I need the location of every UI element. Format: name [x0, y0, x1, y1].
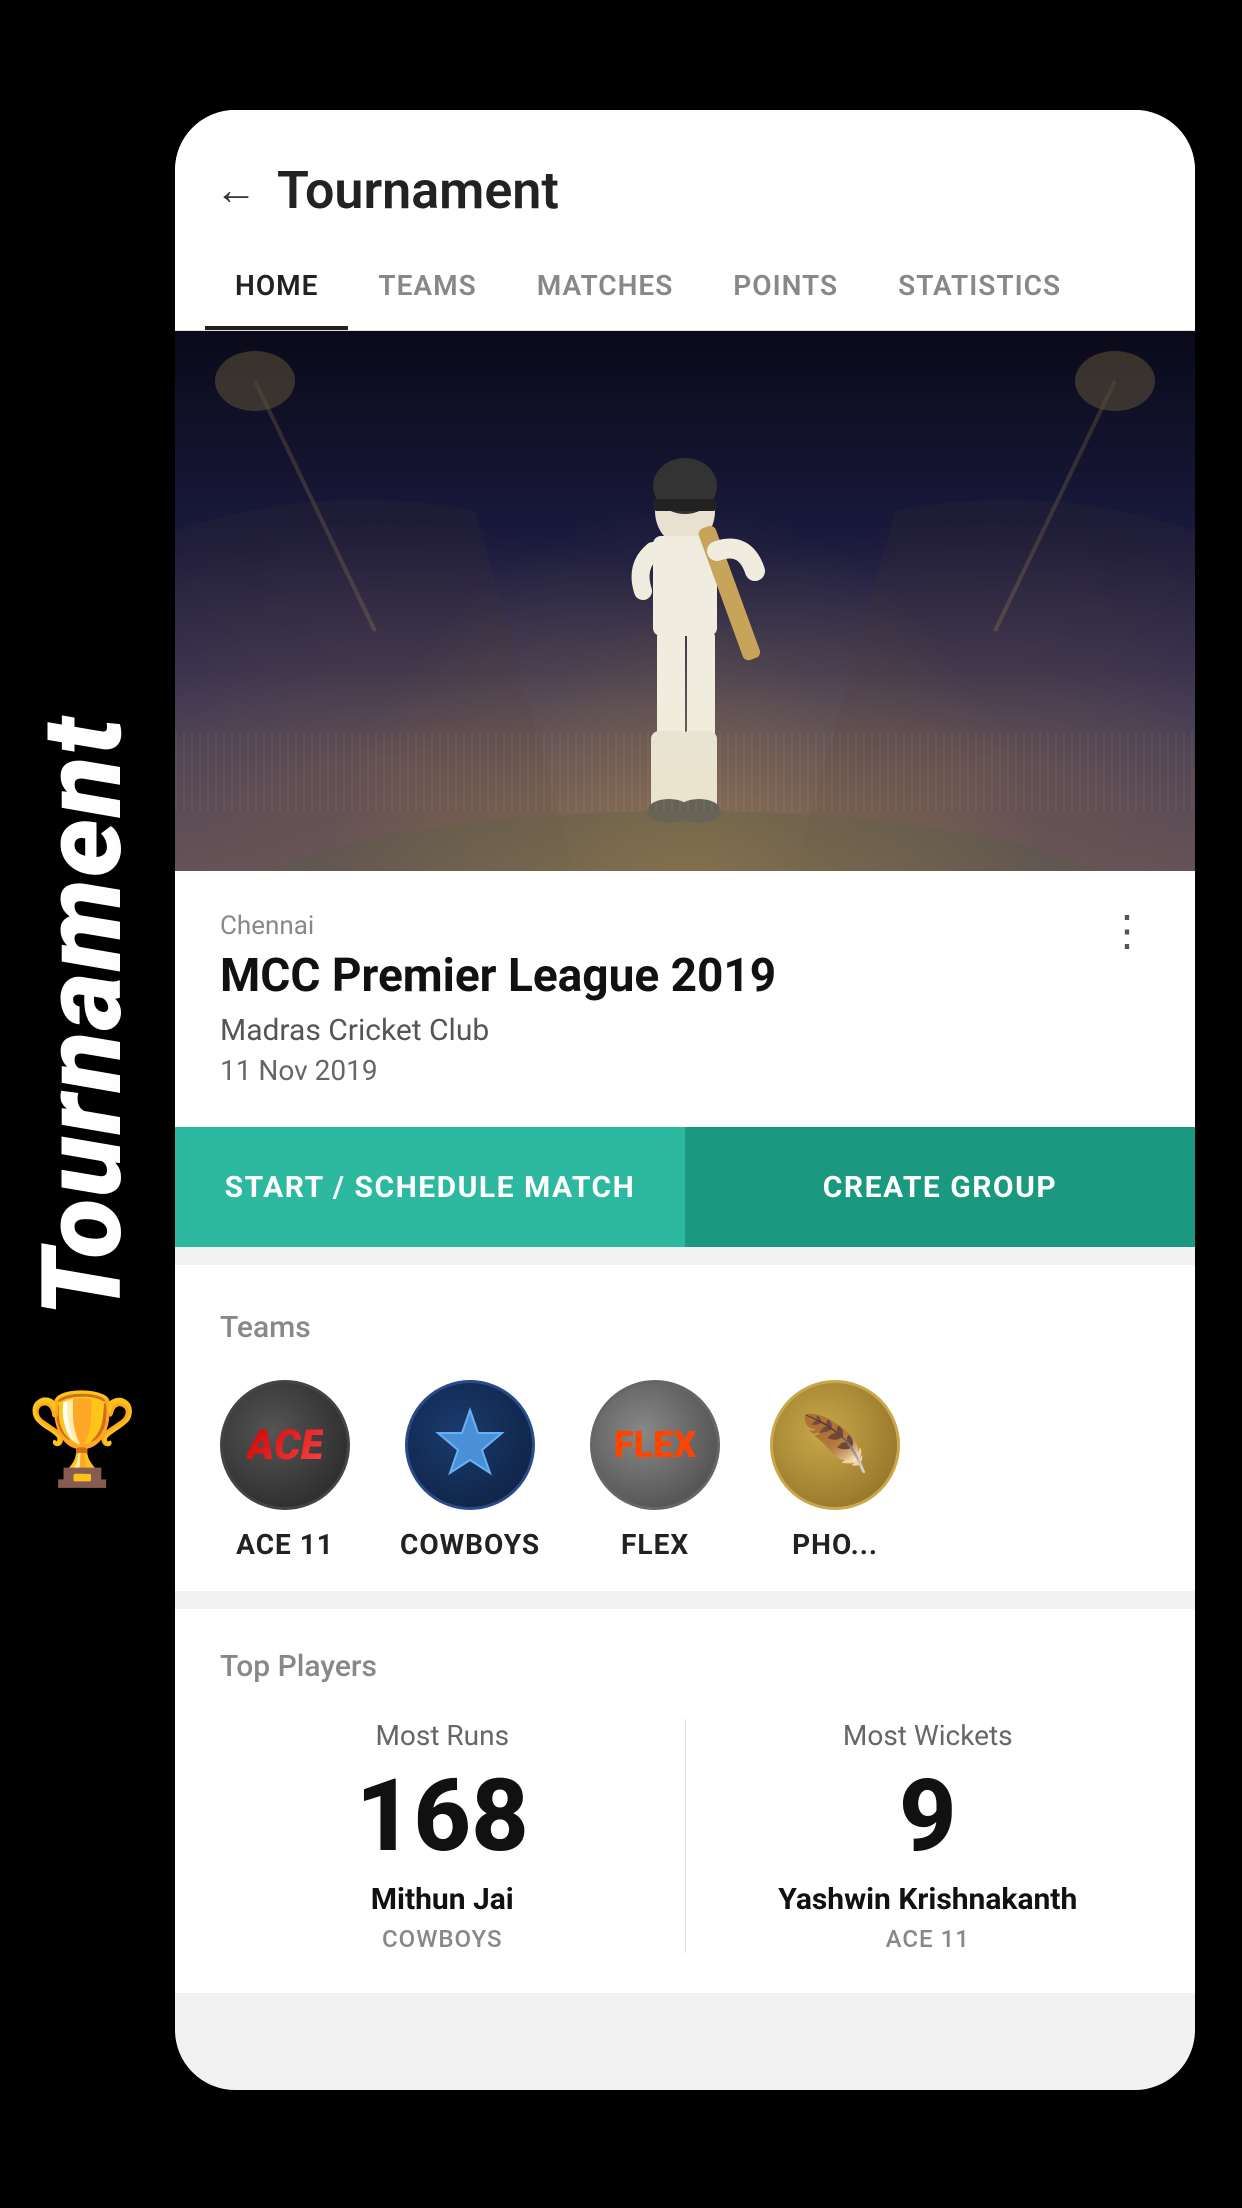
- tournament-name: MCC Premier League 2019: [220, 949, 1150, 1003]
- trophy-icon: 🏆: [26, 1387, 138, 1492]
- most-wickets-label: Most Wickets: [706, 1719, 1151, 1752]
- team-item-ace11[interactable]: ACE ACE 11: [220, 1380, 350, 1561]
- schedule-match-button[interactable]: START / SCHEDULE MATCH: [175, 1127, 685, 1247]
- club-name: Madras Cricket Club: [220, 1013, 1150, 1048]
- back-button[interactable]: ←: [215, 170, 257, 212]
- tab-points[interactable]: POINTS: [703, 241, 868, 330]
- tournament-info: Chennai MCC Premier League 2019 Madras C…: [175, 871, 1195, 1127]
- top-players-title: Top Players: [220, 1649, 1150, 1684]
- runs-player-team: COWBOYS: [220, 1925, 665, 1953]
- vertical-title: Tournament: [28, 716, 138, 1317]
- header-title: Tournament: [277, 160, 559, 221]
- tab-home[interactable]: HOME: [205, 241, 348, 330]
- tournament-date: 11 Nov 2019: [220, 1054, 1150, 1087]
- tab-statistics[interactable]: STATISTICS: [868, 241, 1091, 330]
- tab-matches[interactable]: MATCHES: [507, 241, 704, 330]
- action-buttons-row: START / SCHEDULE MATCH CREATE GROUP: [175, 1127, 1195, 1247]
- wickets-value: 9: [706, 1767, 1151, 1867]
- tab-teams[interactable]: TEAMS: [348, 241, 506, 330]
- team-logo-ace11: ACE: [220, 1380, 350, 1510]
- create-group-button[interactable]: CREATE GROUP: [685, 1127, 1195, 1247]
- team-name-flex: FLEX: [621, 1528, 689, 1561]
- team-name-ace11: ACE 11: [236, 1528, 334, 1561]
- runs-player-name: Mithun Jai: [220, 1882, 665, 1917]
- team-item-phoenix[interactable]: 🪶 PHO...: [770, 1380, 900, 1561]
- team-item-flex[interactable]: FLEX FLEX: [590, 1380, 720, 1561]
- tab-bar: HOME TEAMS MATCHES POINTS STATISTICS: [175, 241, 1195, 331]
- top-players-section: Top Players Most Runs 168 Mithun Jai COW…: [175, 1609, 1195, 1993]
- team-logo-flex: FLEX: [590, 1380, 720, 1510]
- players-grid: Most Runs 168 Mithun Jai COWBOYS Most Wi…: [220, 1719, 1150, 1953]
- team-name-cowboys: COWBOYS: [400, 1528, 540, 1561]
- more-options-button[interactable]: ⋮: [1106, 911, 1150, 953]
- runs-value: 168: [220, 1767, 665, 1867]
- team-item-cowboys[interactable]: COWBOYS: [400, 1380, 540, 1561]
- team-name-phoenix: PHO...: [792, 1528, 878, 1561]
- left-sidebar: Tournament 🏆: [0, 0, 165, 2208]
- wickets-player-name: Yashwin Krishnakanth: [706, 1882, 1151, 1917]
- teams-section: Teams ACE ACE 11 COWBOYS FLE: [175, 1265, 1195, 1591]
- phone-frame: ← Tournament HOME TEAMS MATCHES POINTS S…: [175, 110, 1195, 2090]
- hero-image: [175, 331, 1195, 871]
- teams-row: ACE ACE 11 COWBOYS FLEX FLEX: [220, 1380, 1150, 1561]
- teams-section-title: Teams: [220, 1310, 1150, 1345]
- team-logo-phoenix: 🪶: [770, 1380, 900, 1510]
- city-label: Chennai: [220, 911, 1150, 941]
- most-wickets-stat: Most Wickets 9 Yashwin Krishnakanth ACE …: [706, 1719, 1151, 1953]
- app-header: ← Tournament: [175, 110, 1195, 241]
- players-divider: [685, 1719, 686, 1953]
- most-runs-stat: Most Runs 168 Mithun Jai COWBOYS: [220, 1719, 665, 1953]
- most-runs-label: Most Runs: [220, 1719, 665, 1752]
- wickets-player-team: ACE 11: [706, 1925, 1151, 1953]
- team-logo-cowboys: [405, 1380, 535, 1510]
